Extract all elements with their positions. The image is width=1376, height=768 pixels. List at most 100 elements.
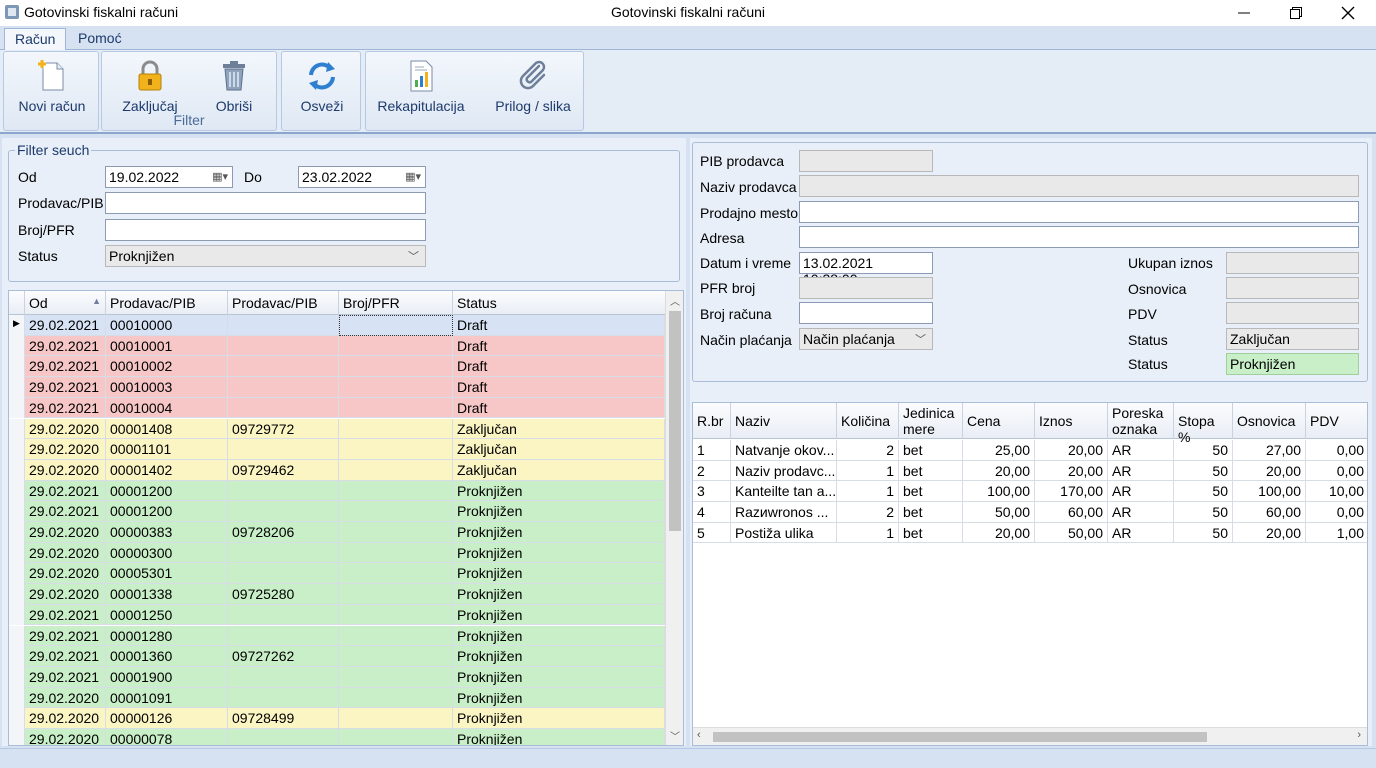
cell-broj-pfr[interactable]	[339, 708, 453, 729]
row-selector[interactable]	[9, 666, 25, 688]
cell-prodavac-pib[interactable]: 00001091	[106, 687, 228, 709]
table-row[interactable]: 29.02.2021 00001900 Proknjižen	[9, 666, 665, 688]
cell-broj-pfr[interactable]	[339, 377, 453, 398]
col-stopa[interactable]: Stopa %	[1174, 403, 1233, 445]
zakljucaj-button[interactable]: Zaključaj	[108, 54, 192, 114]
cell-prodavac-pib-2[interactable]	[228, 501, 339, 522]
cell-prodavac-pib[interactable]: 00010001	[106, 335, 228, 357]
table-row[interactable]: 29.02.2021 00001200 Proknjižen	[9, 501, 665, 522]
table-row[interactable]: 29.02.2021 00001360 09727262 Proknjižen	[9, 646, 665, 667]
cell-prodavac-pib[interactable]: 00001360	[106, 646, 228, 667]
col-naziv[interactable]: Naziv	[731, 403, 837, 439]
col-pdv[interactable]: PDV	[1306, 403, 1367, 439]
cell-prodavac-pib[interactable]: 00010003	[106, 377, 228, 398]
cell-osnovica[interactable]: 60,00	[1233, 502, 1306, 523]
row-selector[interactable]	[9, 397, 25, 419]
cell-pdv[interactable]: 0,00	[1306, 440, 1367, 461]
cell-status[interactable]: Proknjižen	[453, 666, 665, 688]
cell-status[interactable]: Zaključan	[453, 439, 665, 460]
tab-racun[interactable]: Račun	[4, 28, 67, 51]
cell-prodavac-pib[interactable]: 00001280	[106, 625, 228, 647]
cell-prodavac-pib-2[interactable]: 09725280	[228, 584, 339, 605]
table-row[interactable]: 29.02.2021 00010004 Draft	[9, 397, 665, 419]
cell-broj-pfr[interactable]	[339, 729, 453, 745]
cell-prodavac-pib-2[interactable]	[228, 625, 339, 647]
cell-prodavac-pib-2[interactable]: 09728499	[228, 708, 339, 729]
cell-od[interactable]: 29.02.2020	[25, 459, 106, 481]
table-row[interactable]: 29.02.2021 00010003 Draft	[9, 377, 665, 398]
col-jedinica-mere[interactable]: Jedinica mere	[899, 403, 963, 439]
cell-od[interactable]: 29.02.2021	[25, 397, 106, 419]
cell-jedinica-mere[interactable]: bet	[899, 522, 963, 544]
cell-prodavac-pib[interactable]: 00001900	[106, 666, 228, 688]
cell-iznos[interactable]: 60,00	[1035, 502, 1108, 523]
do-date-input[interactable]: 23.02.2022 ▦▾	[298, 166, 426, 188]
cell-status[interactable]: Zaključan	[453, 418, 665, 440]
col-status[interactable]: Status	[453, 291, 665, 315]
prilog-slika-button[interactable]: Prilog / slika	[484, 54, 582, 114]
col-kolicina[interactable]: Količina	[837, 403, 899, 439]
cell-status[interactable]: Zaključan	[453, 459, 665, 481]
cell-jedinica-mere[interactable]: bet	[899, 481, 963, 503]
cell-poreska-oznaka[interactable]: AR	[1108, 460, 1174, 482]
cell-broj-pfr[interactable]	[339, 459, 453, 481]
cell-broj-pfr[interactable]	[339, 480, 453, 502]
cell-prodavac-pib[interactable]: 00001250	[106, 604, 228, 626]
cell-kolicina[interactable]: 1	[837, 481, 899, 503]
row-selector[interactable]	[9, 418, 25, 440]
cell-cena[interactable]: 20,00	[963, 460, 1035, 482]
table-row[interactable]: 5 Postiža ulika 1 bet 20,00 50,00 AR 50 20,00 1,0…	[693, 522, 1367, 544]
cell-rbr[interactable]: 4	[693, 502, 731, 523]
cell-poreska-oznaka[interactable]: AR	[1108, 502, 1174, 523]
scroll-down-icon[interactable]: ﹀	[670, 728, 680, 743]
cell-status[interactable]: Draft	[453, 315, 665, 336]
adresa-field[interactable]	[799, 226, 1359, 248]
cell-jedinica-mere[interactable]: bet	[899, 440, 963, 461]
cell-pdv[interactable]: 10,00	[1306, 481, 1367, 502]
cell-od[interactable]: 29.02.2020	[25, 522, 106, 543]
nacin-placanja-select[interactable]: Način plaćanja ﹀	[799, 328, 933, 350]
cell-naziv[interactable]: Kanteilte tan a...	[731, 481, 837, 503]
cell-poreska-oznaka[interactable]: AR	[1108, 440, 1174, 461]
cell-od[interactable]: 29.02.2020	[25, 584, 106, 605]
col-iznos[interactable]: Iznos	[1035, 403, 1108, 439]
cell-rbr[interactable]: 1	[693, 440, 731, 461]
cell-od[interactable]: 29.02.2020	[25, 418, 106, 440]
table-row[interactable]: 29.02.2020 00000300 Proknjižen	[9, 542, 665, 564]
rekapitulacija-button[interactable]: Rekapitulacija	[372, 54, 470, 114]
cell-iznos[interactable]: 20,00	[1035, 460, 1108, 482]
cell-broj-pfr[interactable]	[339, 584, 453, 605]
novi-racun-button[interactable]: Novi račun	[8, 54, 96, 114]
cell-broj-pfr[interactable]	[339, 335, 453, 357]
table-row[interactable]: 1 Natvanje okov... 2 bet 25,00 20,00 AR 50 27,00…	[693, 440, 1367, 461]
cell-od[interactable]: 29.02.2021	[25, 356, 106, 378]
cell-rbr[interactable]: 3	[693, 481, 731, 503]
osvezi-button[interactable]: Osveži	[286, 54, 358, 114]
cell-jedinica-mere[interactable]: bet	[899, 502, 963, 523]
table-row[interactable]: 29.02.2020 00000126 09728499 Proknjižen	[9, 708, 665, 729]
table-row[interactable]: 29.02.2020 00005301 Proknjižen	[9, 563, 665, 585]
cell-broj-pfr[interactable]	[339, 563, 453, 585]
cell-iznos[interactable]: 50,00	[1035, 522, 1108, 544]
table-row[interactable]: 29.02.2020 00001091 Proknjižen	[9, 687, 665, 709]
row-selector[interactable]	[9, 584, 25, 605]
cell-pdv[interactable]: 0,00	[1306, 461, 1367, 482]
cell-rbr[interactable]: 2	[693, 460, 731, 482]
cell-prodavac-pib-2[interactable]	[228, 604, 339, 626]
cell-prodavac-pib-2[interactable]	[228, 480, 339, 502]
cell-prodavac-pib-2[interactable]	[228, 356, 339, 378]
cell-cena[interactable]: 20,00	[963, 522, 1035, 544]
cell-od[interactable]: 29.02.2021	[25, 646, 106, 667]
scroll-left-icon[interactable]: ‹	[697, 729, 701, 741]
cell-prodavac-pib[interactable]: 00001200	[106, 501, 228, 522]
row-selector[interactable]	[9, 459, 25, 481]
table-row[interactable]: 29.02.2021 00001280 Proknjižen	[9, 625, 665, 647]
cell-prodavac-pib[interactable]: 00010004	[106, 397, 228, 419]
cell-prodavac-pib-2[interactable]	[228, 439, 339, 460]
cell-status[interactable]: Proknjižen	[453, 522, 665, 543]
cell-prodavac-pib-2[interactable]	[228, 542, 339, 564]
broj-pfr-input[interactable]	[105, 219, 426, 241]
broj-racuna-field[interactable]	[799, 302, 933, 324]
cell-broj-pfr[interactable]	[339, 666, 453, 688]
cell-prodavac-pib[interactable]: 00000300	[106, 542, 228, 564]
